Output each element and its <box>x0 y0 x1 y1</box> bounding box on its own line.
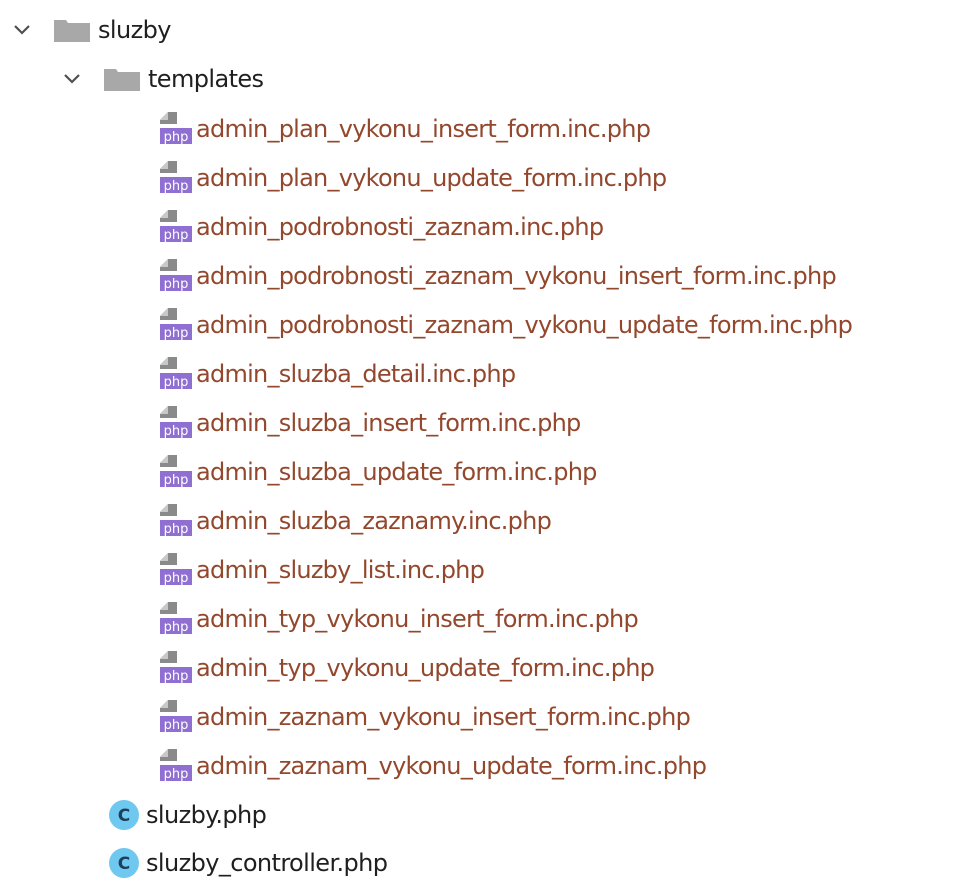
php-file-icon: php <box>160 307 192 342</box>
php-file-icon: php <box>160 650 192 685</box>
svg-text:php: php <box>164 571 189 586</box>
php-file-icon: php <box>160 454 192 489</box>
file-label: admin_sluzba_zaznamy.inc.php <box>196 506 552 535</box>
php-file-icon: php <box>160 258 192 293</box>
class-icon: C <box>108 847 140 879</box>
tree-file-item[interactable]: php admin_sluzba_zaznamy.inc.php <box>160 496 552 545</box>
svg-text:php: php <box>164 375 189 390</box>
tree-node-sluzby[interactable]: sluzby <box>10 5 171 54</box>
php-file-icon: php <box>160 699 192 734</box>
class-file-label: sluzby_controller.php <box>146 848 388 877</box>
tree-file-item[interactable]: php admin_plan_vykonu_update_form.inc.ph… <box>160 153 667 202</box>
folder-icon <box>104 67 140 91</box>
file-label: admin_sluzby_list.inc.php <box>196 555 485 584</box>
svg-text:php: php <box>164 130 189 145</box>
file-label: admin_typ_vykonu_insert_form.inc.php <box>196 604 639 633</box>
php-file-icon: php <box>160 356 192 391</box>
tree-file-item[interactable]: php admin_typ_vykonu_insert_form.inc.php <box>160 594 639 643</box>
svg-text:php: php <box>164 620 189 635</box>
file-label: admin_plan_vykonu_insert_form.inc.php <box>196 114 651 143</box>
svg-text:php: php <box>164 473 189 488</box>
tree-file-item[interactable]: php admin_zaznam_vykonu_insert_form.inc.… <box>160 692 691 741</box>
tree-file-item[interactable]: php admin_podrobnosti_zaznam_vykonu_upda… <box>160 300 853 349</box>
svg-text:php: php <box>164 522 189 537</box>
svg-text:php: php <box>164 179 189 194</box>
svg-text:C: C <box>118 854 130 874</box>
file-label: admin_plan_vykonu_update_form.inc.php <box>196 163 667 192</box>
tree-file-item[interactable]: php admin_plan_vykonu_insert_form.inc.ph… <box>160 104 651 153</box>
svg-text:php: php <box>164 326 189 341</box>
file-label: admin_sluzba_insert_form.inc.php <box>196 408 581 437</box>
svg-text:php: php <box>164 228 189 243</box>
tree-class-file[interactable]: C sluzby_controller.php <box>108 838 388 887</box>
file-label: admin_podrobnosti_zaznam_vykonu_update_f… <box>196 310 853 339</box>
file-label: admin_sluzba_detail.inc.php <box>196 359 516 388</box>
folder-label: templates <box>148 64 264 93</box>
tree-file-item[interactable]: php admin_typ_vykonu_update_form.inc.php <box>160 643 655 692</box>
tree-node-templates[interactable]: templates <box>60 54 264 103</box>
folder-icon <box>54 18 90 42</box>
file-label: admin_podrobnosti_zaznam.inc.php <box>196 212 604 241</box>
php-file-icon: php <box>160 748 192 783</box>
php-file-icon: php <box>160 111 192 146</box>
tree-file-item[interactable]: php admin_podrobnosti_zaznam_vykonu_inse… <box>160 251 837 300</box>
tree-file-item[interactable]: php admin_zaznam_vykonu_update_form.inc.… <box>160 741 707 790</box>
php-file-icon: php <box>160 405 192 440</box>
class-file-label: sluzby.php <box>146 800 267 829</box>
file-label: admin_typ_vykonu_update_form.inc.php <box>196 653 655 682</box>
svg-text:php: php <box>164 424 189 439</box>
svg-text:php: php <box>164 767 189 782</box>
php-file-icon: php <box>160 552 192 587</box>
file-label: admin_sluzba_update_form.inc.php <box>196 457 597 486</box>
file-label: admin_zaznam_vykonu_update_form.inc.php <box>196 751 707 780</box>
tree-class-file[interactable]: C sluzby.php <box>108 790 267 839</box>
chevron-down-icon[interactable] <box>60 67 84 91</box>
php-file-icon: php <box>160 209 192 244</box>
svg-text:C: C <box>118 806 130 826</box>
php-file-icon: php <box>160 503 192 538</box>
php-file-icon: php <box>160 160 192 195</box>
class-icon: C <box>108 799 140 831</box>
tree-file-item[interactable]: php admin_sluzby_list.inc.php <box>160 545 485 594</box>
tree-file-item[interactable]: php admin_sluzba_insert_form.inc.php <box>160 398 581 447</box>
tree-file-item[interactable]: php admin_sluzba_detail.inc.php <box>160 349 516 398</box>
file-label: admin_zaznam_vykonu_insert_form.inc.php <box>196 702 691 731</box>
svg-text:php: php <box>164 718 189 733</box>
tree-file-item[interactable]: php admin_sluzba_update_form.inc.php <box>160 447 597 496</box>
tree-file-item[interactable]: php admin_podrobnosti_zaznam.inc.php <box>160 202 604 251</box>
svg-text:php: php <box>164 669 189 684</box>
file-label: admin_podrobnosti_zaznam_vykonu_insert_f… <box>196 261 837 290</box>
svg-text:php: php <box>164 277 189 292</box>
chevron-down-icon[interactable] <box>10 18 34 42</box>
php-file-icon: php <box>160 601 192 636</box>
folder-label: sluzby <box>98 15 171 44</box>
